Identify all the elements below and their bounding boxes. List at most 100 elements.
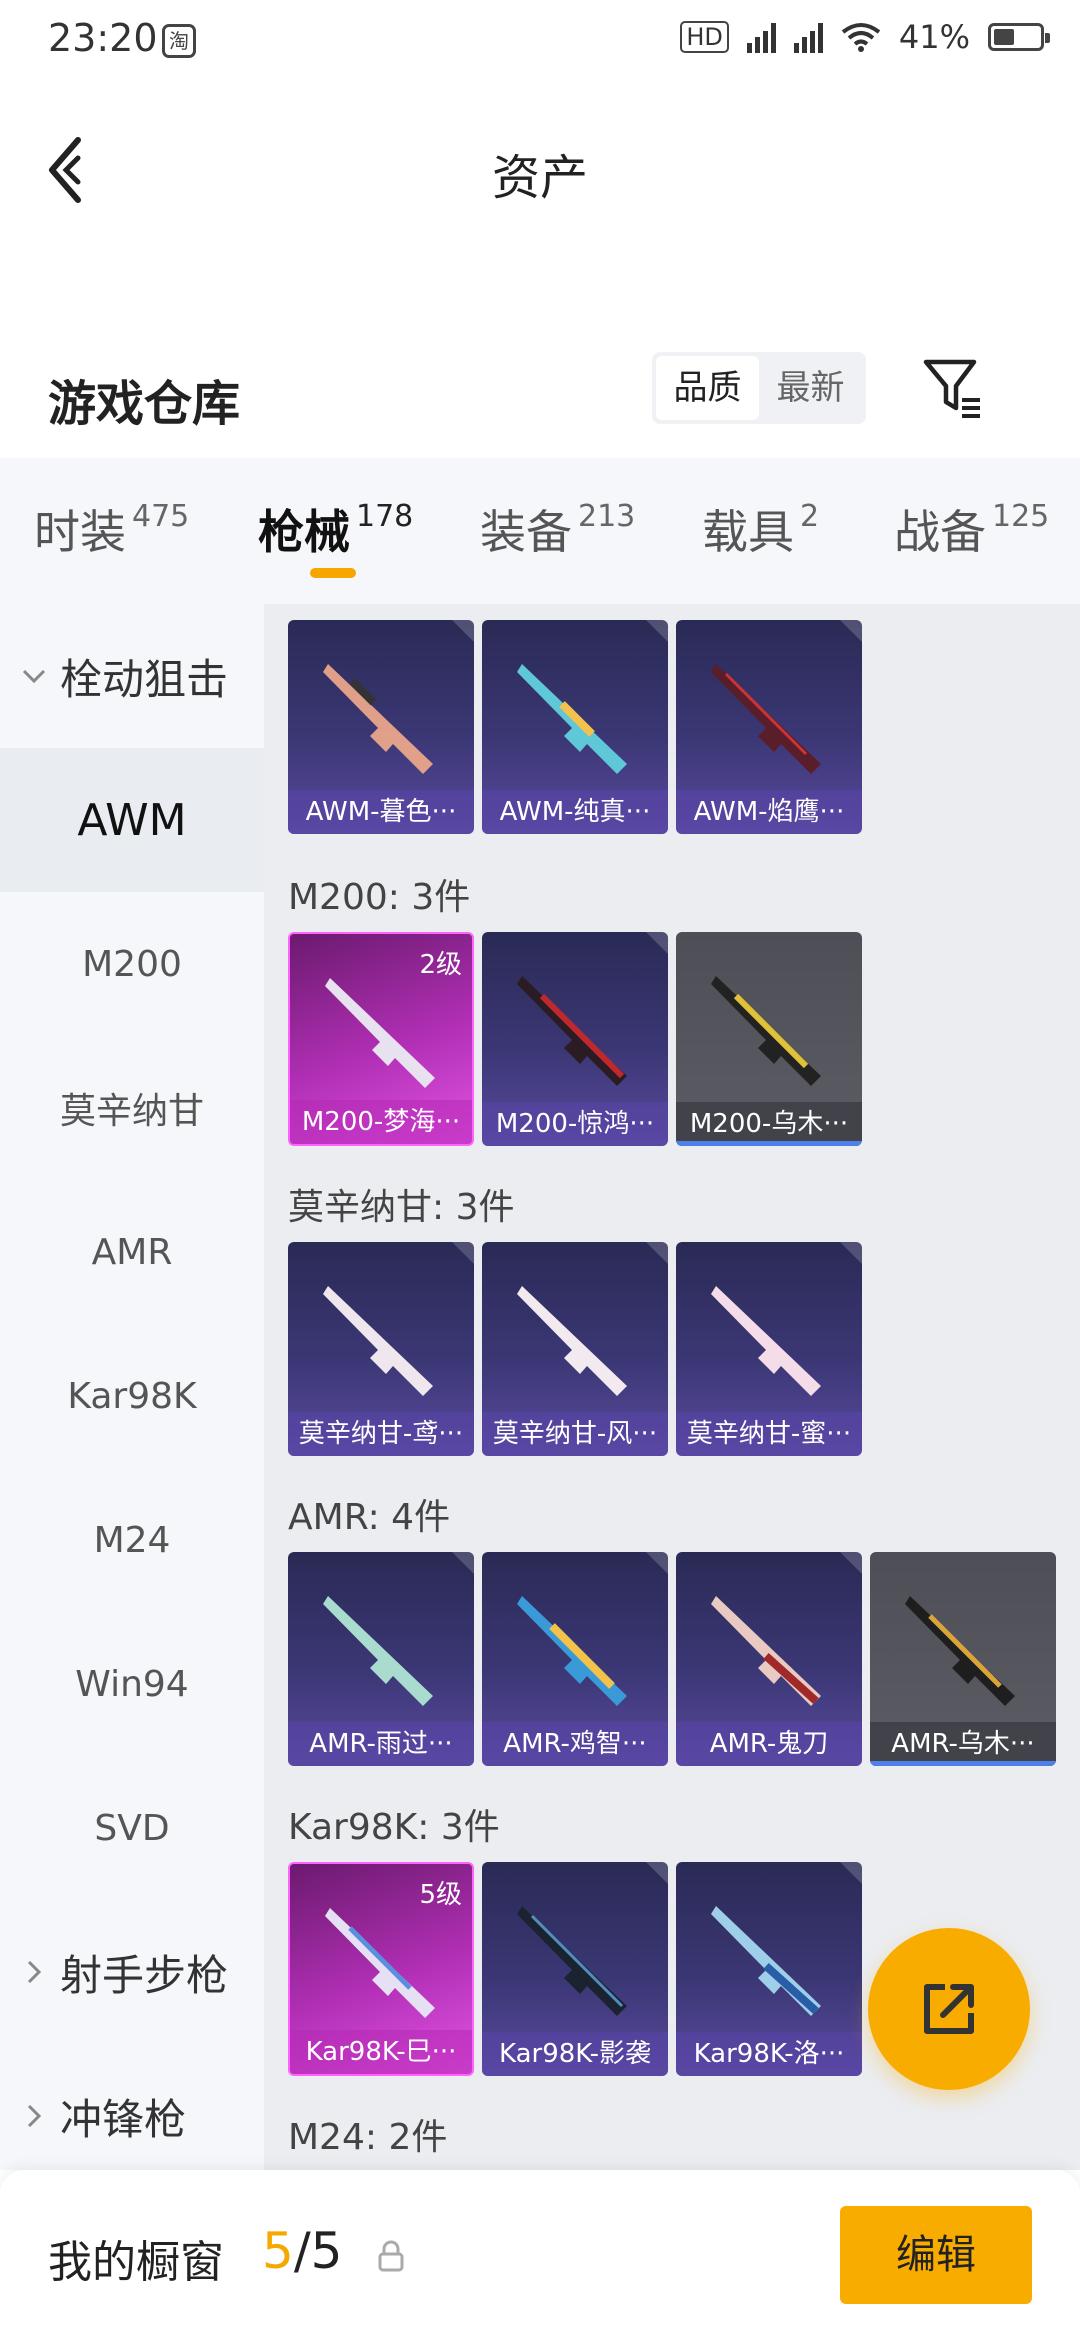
weapon-card-name: 莫辛纳甘-风··· (482, 1412, 668, 1456)
weapon-card-name: M200-乌木··· (676, 1102, 862, 1146)
chevron-down-icon (22, 669, 46, 684)
rifle-icon (323, 1286, 433, 1396)
card-corner (840, 1552, 862, 1574)
sidebar-item-mosin[interactable]: 莫辛纳甘 (0, 1036, 264, 1180)
rifle-icon (323, 664, 433, 774)
taobao-notification-icon: 淘 (162, 24, 196, 58)
weapon-card-name: AMR-雨过··· (288, 1722, 474, 1766)
edit-button[interactable]: 编辑 (840, 2206, 1032, 2304)
sidebar-item-m24[interactable]: M24 (0, 1468, 264, 1612)
sidebar-group-smg[interactable]: 冲锋枪 (0, 2044, 264, 2188)
sort-quality-button[interactable]: 品质 (656, 356, 759, 420)
sidebar-group-marksman[interactable]: 射手步枪 (0, 1900, 264, 2044)
weapon-card-name: M200-梦海··· (290, 1100, 472, 1144)
rifle-icon (517, 1906, 627, 2016)
rifle-icon (711, 664, 821, 774)
weapon-card-name: AWM-纯真··· (482, 790, 668, 834)
signal-icon (746, 21, 776, 53)
sidebar-item-svd[interactable]: SVD (0, 1756, 264, 1900)
app-header: 资产 (0, 86, 1080, 246)
tab-equipment[interactable]: 装备 213 (480, 496, 635, 562)
weapon-card[interactable]: AWM-焰鹰··· (676, 620, 862, 834)
group-label-m24: M24: 2件 (288, 2117, 448, 2158)
sidebar-item-m200[interactable]: M200 (0, 892, 264, 1036)
weapon-card[interactable]: 莫辛纳甘-鸢··· (288, 1242, 474, 1456)
tab-label: 时装 (34, 505, 126, 559)
page-title: 资产 (491, 150, 588, 206)
lock-icon (378, 2240, 404, 2272)
status-right: HD 41% (680, 18, 1050, 56)
card-corner (646, 1242, 668, 1264)
tab-vehicles[interactable]: 载具 2 (702, 496, 819, 562)
weapon-card[interactable]: Kar98K-洛··· (676, 1862, 862, 2076)
weapon-card[interactable]: 2级 M200-梦海··· (288, 932, 474, 1146)
sidebar-group-bolt-action[interactable]: 栓动狙击 (0, 604, 264, 748)
weapon-card-name: AWM-焰鹰··· (676, 790, 862, 834)
rifle-icon (325, 1908, 435, 2018)
sort-newest-button[interactable]: 最新 (759, 356, 862, 420)
weapon-card-name: M200-惊鸿··· (482, 1102, 668, 1146)
showcase-bar: 我的橱窗 5/5 编辑 (0, 2170, 1080, 2340)
rifle-icon (517, 976, 627, 1086)
tab-label: 枪械 (258, 505, 350, 559)
tab-count: 2 (800, 499, 820, 534)
card-corner (840, 1242, 862, 1264)
filter-icon[interactable] (922, 356, 984, 420)
weapon-card-name: AWM-暮色··· (288, 790, 474, 834)
weapon-card-name: Kar98K-洛··· (676, 2032, 862, 2076)
rifle-icon (711, 976, 821, 1086)
rifle-icon (711, 1596, 821, 1706)
tab-count: 125 (992, 499, 1050, 534)
signal-icon (793, 21, 823, 53)
weapon-card[interactable]: 莫辛纳甘-风··· (482, 1242, 668, 1456)
card-corner (646, 932, 668, 954)
weapon-card[interactable]: AWM-纯真··· (482, 620, 668, 834)
weapon-card[interactable]: AMR-雨过··· (288, 1552, 474, 1766)
weapon-card[interactable]: 莫辛纳甘-蜜··· (676, 1242, 862, 1456)
weapon-card-name: 莫辛纳甘-鸢··· (288, 1412, 474, 1456)
weapon-card[interactable]: AWM-暮色··· (288, 620, 474, 834)
rifle-icon (711, 1286, 821, 1396)
sidebar-item-kar98k[interactable]: Kar98K (0, 1324, 264, 1468)
card-corner (452, 620, 474, 642)
warehouse-section: 游戏仓库 品质 最新 (0, 330, 1080, 450)
showcase-title: 我的橱窗 (48, 2237, 224, 2288)
group-label-amr: AMR: 4件 (288, 1497, 451, 1538)
tab-fashion[interactable]: 时装 475 (34, 496, 189, 562)
tab-guns[interactable]: 枪械 178 (258, 496, 413, 562)
status-bar: 23:20 淘 HD 41% (0, 0, 1080, 86)
battery-icon (988, 23, 1050, 51)
sidebar-item-awm[interactable]: AWM (0, 748, 264, 892)
weapon-card-name: AMR-鬼刀 (676, 1722, 862, 1766)
tab-count: 178 (356, 499, 414, 534)
weapon-card[interactable]: M200-惊鸿··· (482, 932, 668, 1146)
count-current: 5 (262, 2222, 294, 2280)
weapon-card[interactable]: AMR-鬼刀 (676, 1552, 862, 1766)
hd-icon: HD (680, 21, 729, 53)
rifle-icon (711, 1906, 821, 2016)
card-corner (646, 1552, 668, 1574)
count-total: 5 (310, 2222, 343, 2280)
weapon-card[interactable]: Kar98K-影袭 (482, 1862, 668, 2076)
tab-count: 475 (132, 499, 190, 534)
card-corner (646, 1862, 668, 1884)
active-tab-indicator (310, 568, 356, 578)
wifi-icon (841, 23, 881, 52)
tab-supplies[interactable]: 战备 125 (894, 496, 1049, 562)
weapon-card[interactable]: AMR-鸡智··· (482, 1552, 668, 1766)
battery-percent: 41% (898, 18, 970, 56)
sidebar-group-label: 射手步枪 (60, 1950, 229, 2000)
weapon-card[interactable]: AMR-乌木··· (870, 1552, 1056, 1766)
sort-toggle: 品质 最新 (652, 352, 866, 424)
sidebar-item-win94[interactable]: Win94 (0, 1612, 264, 1756)
weapon-card[interactable]: M200-乌木··· (676, 932, 862, 1146)
weapon-card[interactable]: 5级 Kar98K-巳··· (288, 1862, 474, 2076)
showcase-count: 5/5 (262, 2222, 342, 2280)
chevron-right-icon (27, 2104, 42, 2128)
share-button[interactable] (868, 1928, 1030, 2090)
tab-label: 载具 (702, 505, 794, 559)
tab-label: 战备 (894, 505, 986, 559)
tab-label: 装备 (480, 505, 572, 559)
rifle-icon (517, 1286, 627, 1396)
sidebar-item-amr[interactable]: AMR (0, 1180, 264, 1324)
